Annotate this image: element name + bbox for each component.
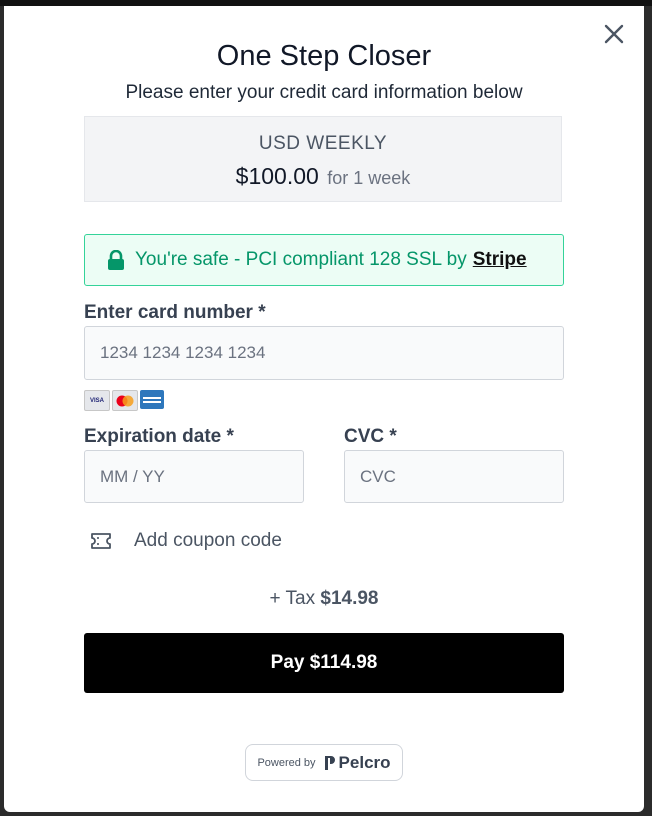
card-brand-icons: VISA [84,390,164,411]
tax-amount: $14.98 [320,588,379,609]
powered-by-badge[interactable]: Powered by Pelcro [245,744,403,781]
cvc-label: CVC * [344,426,397,447]
powered-by-text: Powered by [257,756,316,769]
add-coupon-button[interactable]: Add coupon code [90,530,282,552]
pelcro-logo-icon [324,755,335,770]
tax-prefix: + Tax [269,588,316,609]
amex-icon [140,390,164,409]
expiration-input[interactable] [84,450,304,503]
plan-name: USD WEEKLY [258,133,388,154]
tax-line: + Tax $14.98 [4,588,644,610]
ticket-icon [90,532,112,550]
pelcro-logo: Pelcro [324,753,391,773]
cvc-input[interactable] [344,450,564,503]
pelcro-brand-text: Pelcro [338,752,391,772]
expiration-label: Expiration date * [84,426,234,447]
card-number-label: Enter card number * [84,302,266,323]
pay-button[interactable]: Pay $114.98 [84,633,564,693]
coupon-label: Add coupon code [134,530,282,551]
lock-icon [107,250,125,270]
plan-price-row: $100.00 for 1 week [85,163,561,190]
security-notice: You're safe - PCI compliant 128 SSL by S… [84,234,564,286]
plan-summary: USD WEEKLY $100.00 for 1 week [84,116,562,202]
plan-period: for 1 week [327,168,411,188]
security-text: You're safe - PCI compliant 128 SSL by [135,249,467,270]
checkout-modal: One Step Closer Please enter your credit… [4,6,644,812]
stripe-link[interactable]: Stripe [473,249,527,271]
modal-subtitle: Please enter your credit card informatio… [125,82,523,103]
plan-price: $100.00 [235,163,319,189]
modal-title: One Step Closer [216,40,432,72]
mastercard-icon [112,390,138,411]
visa-icon: VISA [84,390,110,411]
card-number-input[interactable] [84,326,564,380]
